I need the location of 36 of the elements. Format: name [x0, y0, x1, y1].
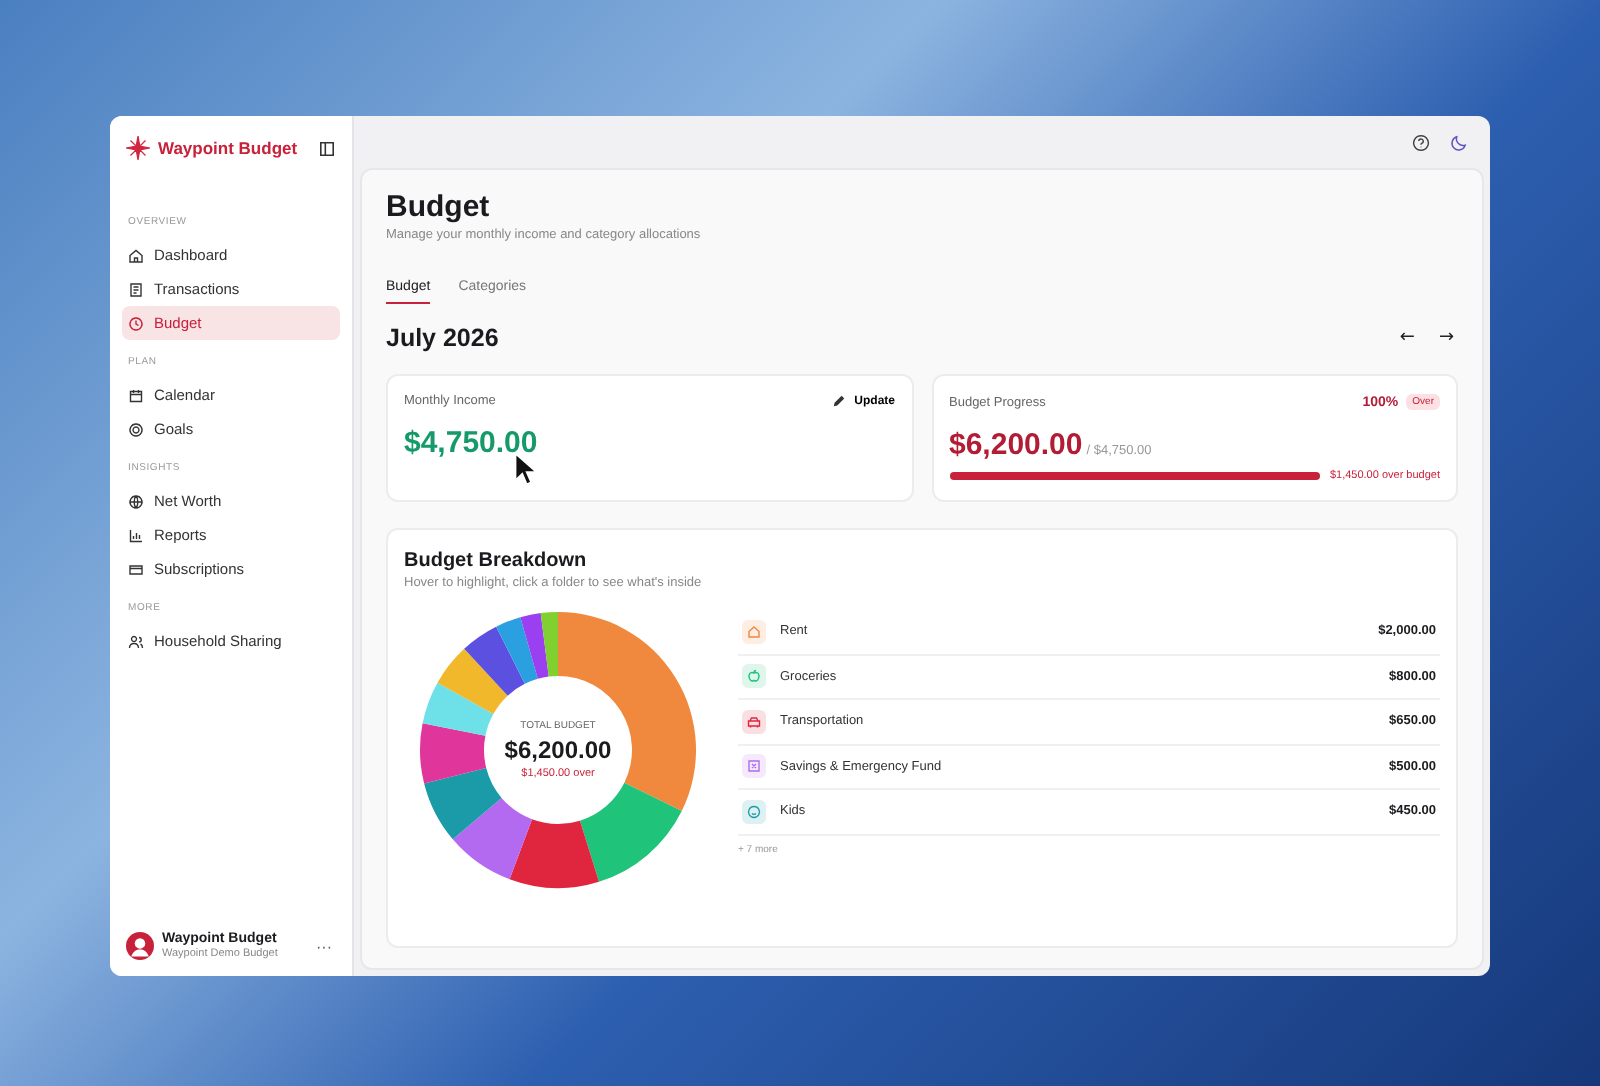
help-icon[interactable]	[1412, 133, 1430, 151]
clock-icon	[128, 315, 144, 331]
sidebar-toggle-icon[interactable]	[318, 139, 336, 157]
breakdown-title: Budget Breakdown	[404, 550, 589, 572]
calendar-icon	[128, 387, 144, 403]
moon-icon[interactable]	[1450, 133, 1468, 151]
globe-icon	[128, 493, 144, 509]
donut-slice[interactable]	[437, 648, 508, 714]
month-title: July 2026	[386, 324, 501, 352]
receipt-icon	[128, 281, 144, 297]
next-month-button[interactable]: →	[1434, 328, 1458, 348]
previous-month-button[interactable]: ←	[1395, 328, 1419, 348]
bar-chart-icon	[128, 527, 144, 543]
pencil-icon	[832, 394, 847, 408]
app-name: Waypoint Budget	[158, 138, 300, 158]
donut-slice[interactable]	[509, 819, 599, 888]
donut-slice[interactable]	[422, 682, 494, 736]
spent-amount: $6,200.00	[949, 428, 1083, 462]
donut-slice[interactable]	[580, 782, 682, 882]
donut-slice[interactable]	[540, 612, 558, 677]
page-title: Budget	[386, 190, 492, 224]
home-icon	[128, 247, 144, 263]
card-icon	[128, 561, 144, 577]
income-amount: $4,750.00	[404, 426, 540, 460]
compass-star-icon	[126, 136, 150, 160]
donut-slice[interactable]	[464, 626, 525, 696]
donut-slice[interactable]	[424, 767, 502, 840]
more-button[interactable]: ···	[312, 937, 336, 955]
target-icon	[128, 421, 144, 437]
donut-slice[interactable]	[496, 617, 538, 684]
donut-slice[interactable]	[520, 613, 549, 679]
donut-slice[interactable]	[420, 723, 487, 784]
people-icon	[128, 633, 144, 649]
avatar-icon	[126, 932, 154, 960]
donut-slice[interactable]	[452, 797, 533, 880]
total-amount: $6,200.00	[504, 736, 612, 764]
